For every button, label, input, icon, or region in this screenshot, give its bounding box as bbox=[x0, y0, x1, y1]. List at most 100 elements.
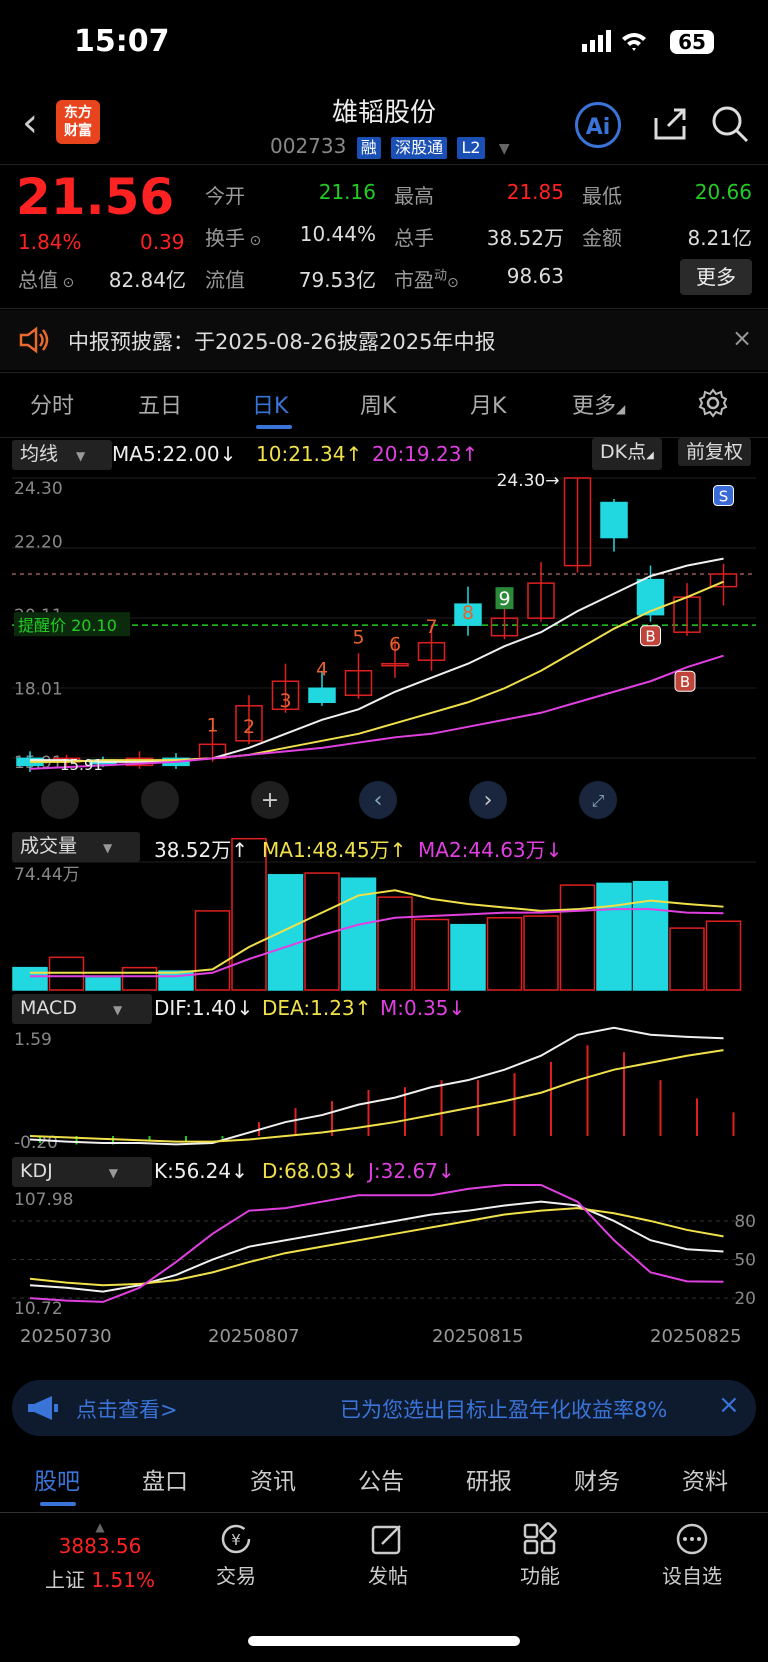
info-icon: ⊙ bbox=[447, 275, 459, 291]
volume-bar bbox=[377, 896, 413, 991]
volume-bar bbox=[12, 966, 48, 991]
index-name: 上证 bbox=[45, 1568, 86, 1592]
tab-orderbook[interactable]: 盘口 bbox=[142, 1462, 188, 1496]
tag-margin: 融 bbox=[356, 137, 381, 159]
trade-icon[interactable]: ¥ bbox=[218, 1522, 254, 1556]
ma20-readout: 20:19.23↑ bbox=[372, 442, 479, 466]
index-value: 3883.56 bbox=[58, 1534, 142, 1558]
float-value: 79.53亿 bbox=[298, 268, 376, 292]
volume-select[interactable]: 成交量 ▼ bbox=[12, 832, 140, 862]
svg-text:¥: ¥ bbox=[231, 1531, 241, 1549]
candle-body bbox=[308, 687, 336, 704]
vma1-readout: MA1:48.45万↑ bbox=[262, 838, 407, 862]
nine-turn-mark: 1 bbox=[206, 714, 218, 736]
change-percent: 1.84% bbox=[18, 230, 82, 254]
j-readout: J:32.67↓ bbox=[368, 1159, 455, 1183]
nine-turn-mark: 8 bbox=[462, 602, 474, 624]
ad-banner[interactable]: 点击查看> 已为您选出目标止盈年化收益率8% × bbox=[12, 1380, 756, 1436]
d-line bbox=[29, 1207, 724, 1287]
date-axis-label: 20250815 bbox=[432, 1326, 524, 1347]
close-ad-icon[interactable]: × bbox=[718, 1390, 740, 1420]
pe-value: 98.63 bbox=[506, 264, 564, 288]
amount-value: 8.21亿 bbox=[687, 226, 752, 250]
watchlist-label[interactable]: 设自选 bbox=[652, 1560, 732, 1589]
watchlist-icon[interactable] bbox=[674, 1522, 710, 1556]
low-label: 最低 bbox=[582, 184, 622, 208]
tab-more[interactable]: 更多◢ bbox=[572, 388, 625, 420]
chart-control-button bbox=[41, 781, 79, 819]
chevron-right-icon: › bbox=[484, 788, 493, 813]
tab-intraday[interactable]: 分时 bbox=[30, 388, 74, 420]
trade-label[interactable]: 交易 bbox=[196, 1560, 276, 1589]
min-price-label: 15.91 bbox=[60, 756, 103, 774]
tab-daily-k[interactable]: 日K bbox=[252, 388, 288, 420]
signal-wifi-icons bbox=[582, 30, 646, 52]
low-value: 20.66 bbox=[694, 180, 752, 204]
nine-turn-mark: 5 bbox=[352, 627, 364, 649]
gear-icon[interactable] bbox=[698, 388, 728, 418]
volume-bar bbox=[596, 882, 632, 991]
tab-profile[interactable]: 资料 bbox=[682, 1462, 728, 1496]
nine-turn-mark: 6 bbox=[389, 634, 401, 656]
dk-point-button[interactable]: DK点◢ bbox=[592, 438, 662, 470]
more-quote-button[interactable]: 更多 bbox=[680, 259, 752, 295]
tab-announcements[interactable]: 公告 bbox=[358, 1462, 404, 1496]
volume-bar bbox=[559, 884, 596, 991]
kdj-max-label: 107.98 bbox=[14, 1190, 73, 1210]
ma-select[interactable]: 均线 ▼ bbox=[12, 440, 112, 470]
volume-bar bbox=[158, 970, 194, 991]
function-label[interactable]: 功能 bbox=[500, 1560, 580, 1589]
index-widget[interactable]: ▲ 3883.56 上证 1.51% bbox=[20, 1520, 180, 1600]
m-readout: M:0.35↓ bbox=[380, 996, 466, 1020]
volume-label: 总手 bbox=[394, 226, 434, 250]
volume-value: 38.52万 bbox=[486, 226, 564, 250]
function-icon[interactable] bbox=[522, 1522, 558, 1556]
speaker-icon bbox=[19, 326, 49, 354]
post-label[interactable]: 发帖 bbox=[348, 1560, 428, 1589]
notice-bar[interactable]: 中报预披露：于2025-08-26披露2025年中报 × bbox=[0, 310, 768, 370]
tab-five-day[interactable]: 五日 bbox=[138, 388, 182, 420]
turnover-label: 换手 ⊙ bbox=[205, 226, 262, 250]
stock-code: 002733 bbox=[270, 134, 347, 158]
nine-turn-mark: 2 bbox=[243, 716, 255, 738]
tab-monthly-k[interactable]: 月K bbox=[470, 388, 506, 420]
tab-forum[interactable]: 股吧 bbox=[34, 1462, 80, 1496]
ma10-readout: 10:21.34↑ bbox=[256, 442, 363, 466]
tab-news[interactable]: 资讯 bbox=[250, 1462, 296, 1496]
ma10-line bbox=[30, 580, 724, 763]
tab-weekly-k[interactable]: 周K bbox=[360, 388, 396, 420]
dea-line bbox=[29, 1049, 724, 1143]
alert-price-label: 提醒价 20.10 bbox=[18, 616, 117, 635]
stock-code-row[interactable]: 002733 融 深股通 L2 ▼ bbox=[270, 134, 510, 159]
kdj-select[interactable]: KDJ ▼ bbox=[12, 1157, 152, 1187]
date-axis-label: 20250807 bbox=[208, 1326, 300, 1347]
vma2-readout: MA2:44.63万↓ bbox=[418, 838, 563, 862]
date-axis-label: 20250825 bbox=[650, 1326, 742, 1347]
tag-connect: 深股通 bbox=[391, 137, 448, 159]
kdj-min-label: 10.72 bbox=[14, 1299, 63, 1319]
ma20-line bbox=[29, 654, 724, 770]
tab-research[interactable]: 研报 bbox=[466, 1462, 512, 1496]
nine-turn-mark: 3 bbox=[279, 690, 291, 712]
ai-button[interactable]: Ai bbox=[575, 102, 621, 148]
close-icon[interactable]: × bbox=[732, 324, 752, 352]
share-icon[interactable] bbox=[650, 104, 690, 144]
sell-signal-text: S bbox=[719, 488, 729, 506]
tag-l2: L2 bbox=[457, 137, 485, 159]
macd-select[interactable]: MACD ▼ bbox=[12, 994, 152, 1024]
post-icon[interactable] bbox=[370, 1522, 406, 1556]
nine-turn-mark: 4 bbox=[316, 658, 328, 680]
index-pct: 1.51% bbox=[91, 1568, 155, 1592]
adjust-button[interactable]: 前复权 bbox=[678, 438, 752, 466]
high-label: 最高 bbox=[394, 184, 434, 208]
volume-bar bbox=[669, 927, 705, 991]
volume-bar bbox=[413, 918, 450, 991]
tab-financials[interactable]: 财务 bbox=[574, 1462, 620, 1496]
change-amount: 0.39 bbox=[140, 230, 185, 254]
search-icon[interactable] bbox=[710, 104, 750, 144]
volume-readout: 38.52万↑ bbox=[154, 838, 249, 862]
volume-bar bbox=[632, 880, 669, 991]
megaphone-icon bbox=[28, 1396, 58, 1420]
buy-signal-text: B bbox=[645, 628, 655, 646]
kline-chart[interactable]: 24.3022.2020.1118.0115.91提醒价 20.10123456… bbox=[0, 470, 768, 1470]
